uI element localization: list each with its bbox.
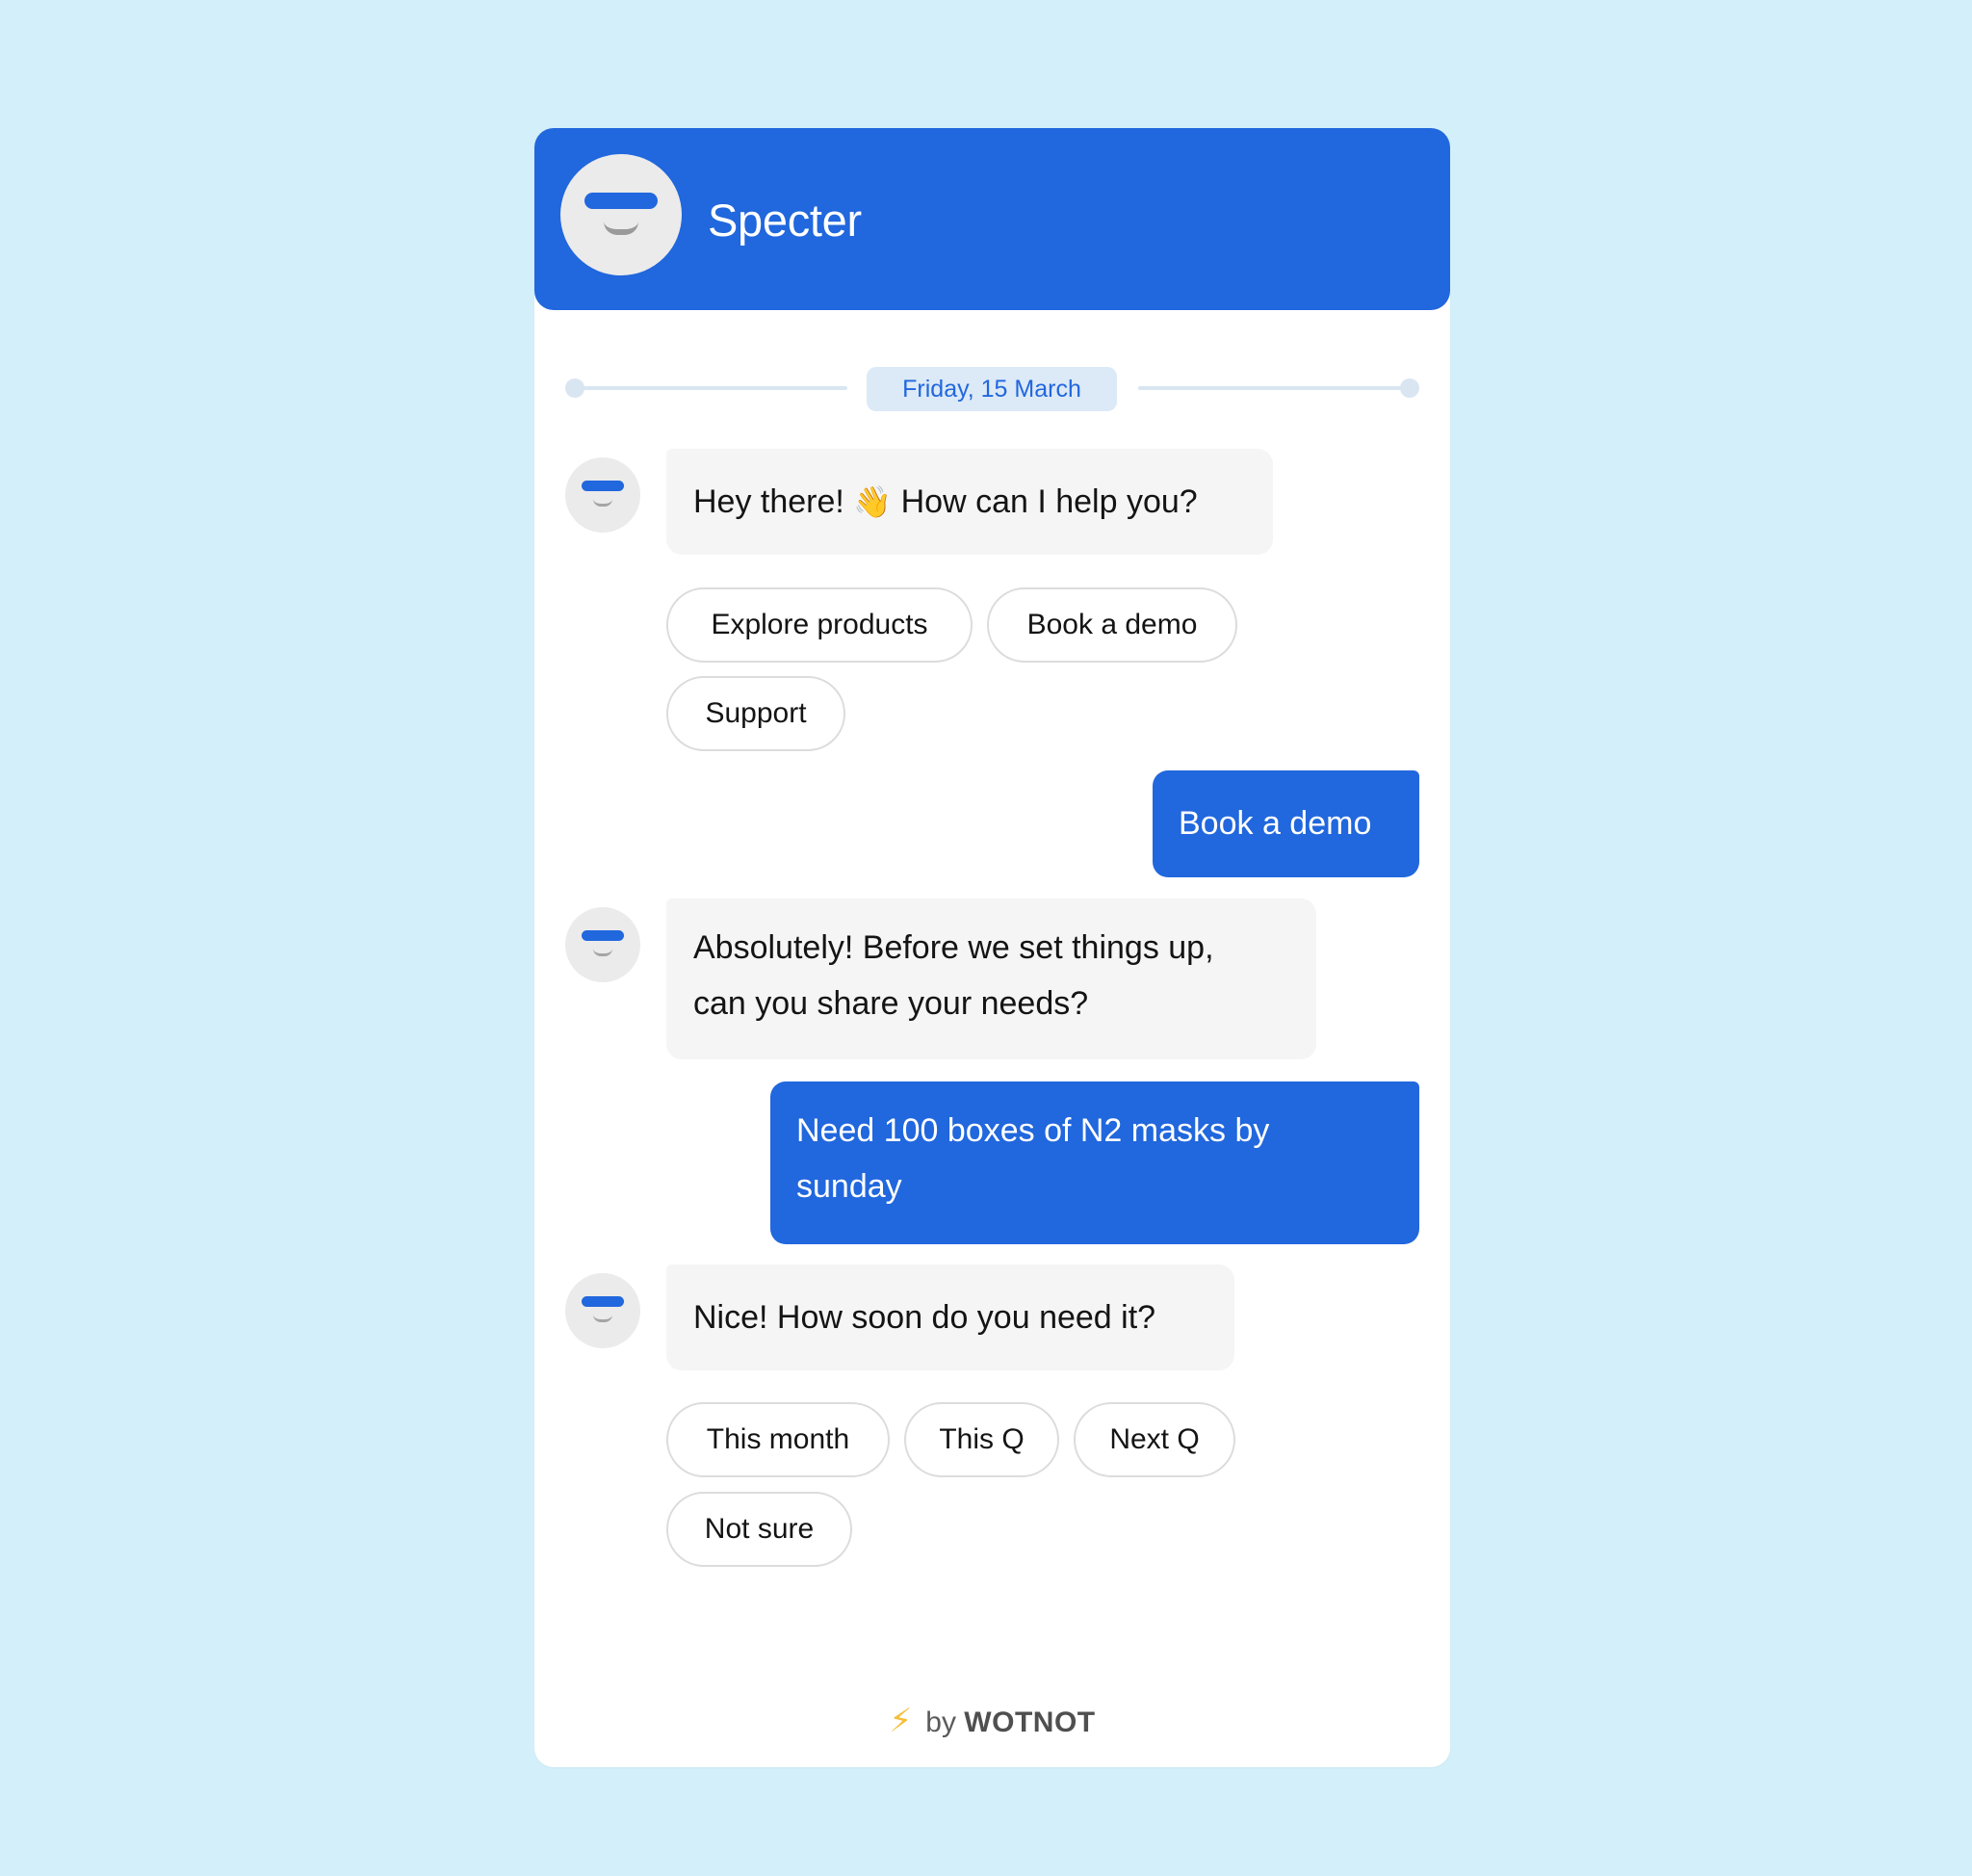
divider-line-left (575, 386, 847, 390)
bot-avatar-icon (565, 457, 640, 533)
quick-reply-this-month[interactable]: This month (666, 1402, 890, 1477)
message-line: Absolutely! Before we set things up, (693, 929, 1214, 966)
message-text: How can I help you? (892, 483, 1198, 520)
lightning-bolt-icon: ⚡ (889, 1703, 913, 1739)
bot-avatar-icon (565, 1273, 640, 1348)
quick-reply-not-sure[interactable]: Not sure (666, 1492, 852, 1567)
message-line: sunday (796, 1168, 902, 1205)
footer-brand[interactable]: WOTNOT (964, 1707, 1095, 1738)
avatar-smile (593, 499, 612, 507)
bot-message: Hey there! 👋 How can I help you? (666, 449, 1273, 555)
bot-name: Specter (708, 195, 862, 246)
bot-message: Absolutely! Before we set things up, can… (666, 899, 1316, 1059)
quick-reply-support[interactable]: Support (666, 676, 845, 751)
avatar-smile (593, 1315, 612, 1322)
quick-reply-explore-products[interactable]: Explore products (666, 587, 973, 663)
waving-hand-icon: 👋 (853, 484, 893, 519)
message-text: Hey there! (693, 483, 854, 520)
footer-prefix: by (925, 1707, 956, 1738)
bot-avatar-icon (560, 154, 682, 275)
message-line: Need 100 boxes of N2 masks by (796, 1112, 1270, 1149)
message-text: Book a demo (1179, 805, 1372, 842)
user-message: Need 100 boxes of N2 masks by sunday (770, 1081, 1419, 1244)
divider-line-right (1138, 386, 1410, 390)
quick-reply-book-a-demo[interactable]: Book a demo (987, 587, 1237, 663)
avatar-visor (582, 481, 624, 491)
quick-reply-this-q[interactable]: This Q (904, 1402, 1059, 1477)
message-line: can you share your needs? (693, 985, 1089, 1022)
avatar-smile (593, 949, 612, 956)
chat-header: Specter (534, 128, 1450, 310)
avatar-visor (584, 193, 658, 209)
bot-message: Nice! How soon do you need it? (666, 1264, 1234, 1370)
message-text: Nice! How soon do you need it? (693, 1299, 1156, 1336)
date-divider-label: Friday, 15 March (867, 367, 1117, 411)
user-message: Book a demo (1153, 770, 1419, 877)
divider-dot-right (1400, 378, 1419, 398)
avatar-visor (582, 1296, 624, 1307)
avatar-smile (604, 221, 638, 235)
powered-by-footer[interactable]: ⚡ by WOTNOT (534, 1697, 1450, 1745)
bot-avatar-icon (565, 907, 640, 982)
avatar-visor (582, 930, 624, 941)
quick-reply-next-q[interactable]: Next Q (1074, 1402, 1235, 1477)
